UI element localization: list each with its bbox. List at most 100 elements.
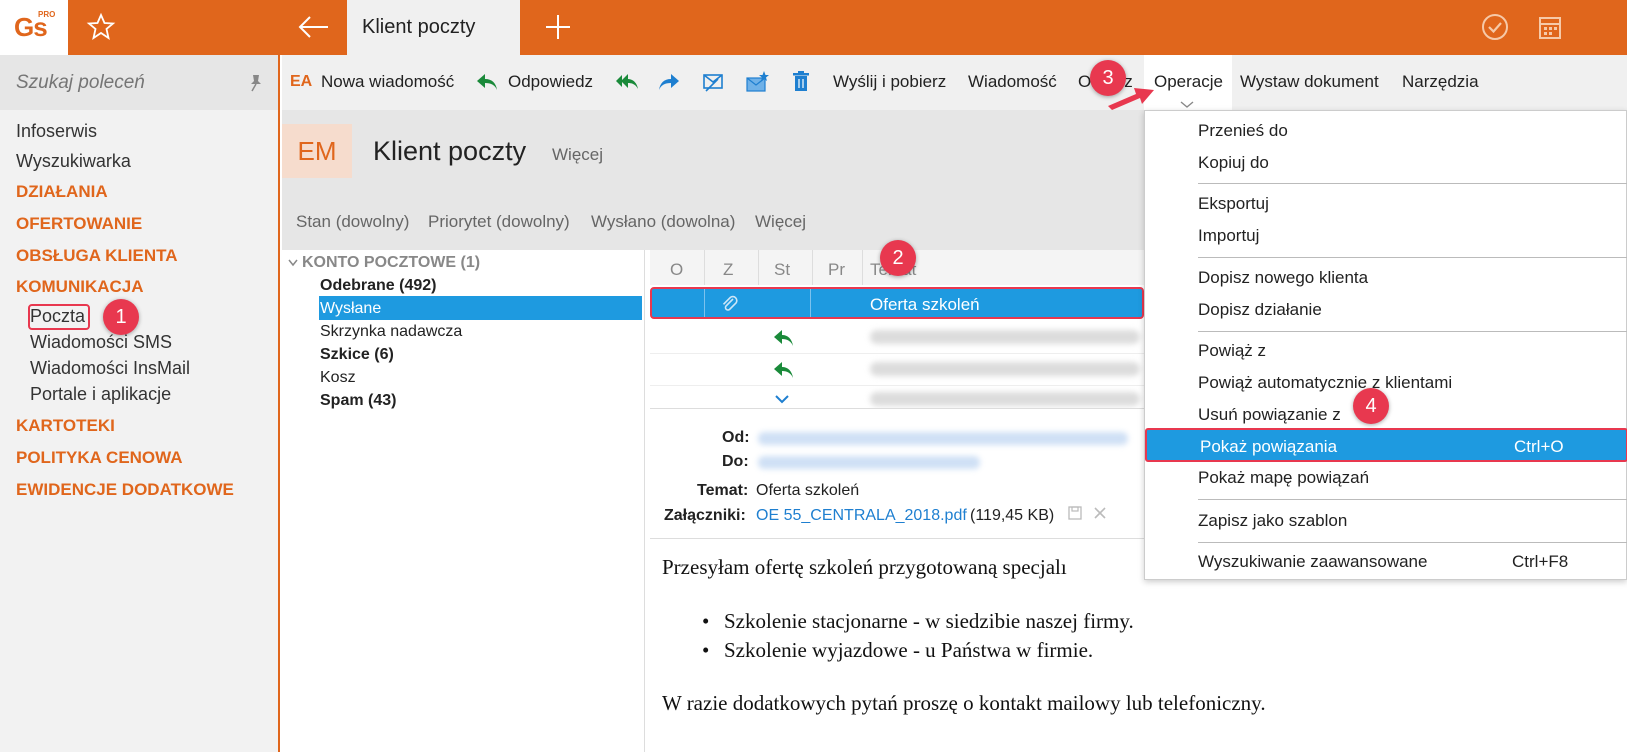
page-title: Klient poczty (373, 136, 527, 166)
menu-divider (1198, 183, 1627, 184)
sidebar-cat-ewidencje[interactable]: EWIDENCJE DODATKOWE (16, 480, 234, 500)
message-preview-header: Od: Do: Temat: Oferta szkoleń Załączniki… (650, 408, 1144, 538)
favorites-star-icon[interactable] (86, 12, 116, 42)
folder-szkice[interactable]: Szkice (6) (320, 346, 394, 364)
menu-item-label: Pokaż powiązania (1200, 437, 1338, 456)
menu-item-dopisz-klienta[interactable]: Dopisz nowego klienta (1198, 268, 1368, 288)
command-search-input[interactable] (16, 67, 236, 99)
sidebar-cat-ofertowanie[interactable]: OFERTOWANIE (16, 214, 142, 234)
menu-item-kopiuj[interactable]: Kopiuj do (1198, 153, 1269, 173)
folder-spam[interactable]: Spam (43) (320, 392, 396, 410)
row-subject: Oferta szkoleń (870, 295, 980, 314)
reply-button[interactable]: Odpowiedz (508, 72, 593, 92)
sidebar-item-poczta[interactable]: Poczta (30, 306, 85, 327)
menu-shortcut: Ctrl+O (1514, 437, 1564, 456)
folder-wyslane[interactable]: Wysłane (320, 300, 381, 318)
account-node[interactable]: KONTO POCZTOWE (1) (302, 254, 480, 272)
pointer-arrow-icon (1108, 88, 1154, 110)
send-receive-button[interactable]: Wyślij i pobierz (833, 72, 946, 92)
attachment-link[interactable]: OE 55_CENTRALA_2018.pdf (756, 507, 967, 525)
folder-kosz[interactable]: Kosz (320, 369, 356, 387)
cell-divider (810, 289, 811, 317)
menu-item-wyszukiwanie[interactable]: Wyszukiwanie zaawansowane (1198, 552, 1427, 572)
reply-all-icon[interactable] (614, 69, 640, 95)
reply-icon[interactable] (474, 69, 500, 95)
sidebar-cat-dzialania[interactable]: DZIAŁANIA (16, 182, 108, 202)
table-row[interactable] (650, 386, 1144, 406)
body-paragraph-1: Przesyłam ofertę szkoleń przygotowaną sp… (662, 555, 1067, 579)
sidebar-item-insmail[interactable]: Wiadomości InsMail (30, 358, 190, 379)
filter-stan[interactable]: Stan (dowolny) (296, 212, 409, 232)
ea-badge: EA (290, 73, 313, 90)
sidebar-cat-polityka-cenowa[interactable]: POLITYKA CENOWA (16, 448, 183, 468)
menu-divider (1198, 257, 1627, 258)
sidebar-item-wyszukiwarka[interactable]: Wyszukiwarka (16, 151, 131, 172)
subject-value: Oferta szkoleń (756, 482, 860, 499)
menu-item-zapisz-szablon[interactable]: Zapisz jako szablon (1198, 511, 1347, 531)
col-pr[interactable]: Pr (828, 260, 845, 280)
delete-trash-icon[interactable] (788, 69, 814, 95)
issue-document-menu[interactable]: Wystaw dokument (1240, 72, 1379, 92)
menu-item-usun-powiazanie[interactable]: Usuń powiązanie z (1198, 405, 1341, 425)
folder-odebrane[interactable]: Odebrane (492) (320, 277, 436, 295)
menu-item-powiaz[interactable]: Powiąż z (1198, 341, 1266, 361)
chevron-down-icon (1180, 96, 1194, 108)
filter-priorytet[interactable]: Priorytet (dowolny) (428, 212, 570, 232)
sidebar-cat-obsluga-klienta[interactable]: OBSŁUGA KLIENTA (16, 246, 178, 266)
command-search (0, 55, 278, 110)
body-bullet-2: Szkolenie wyjazdowe - u Państwa w firmie… (724, 638, 1094, 662)
sidebar-item-portale[interactable]: Portale i aplikacje (30, 384, 171, 405)
menu-item-powiaz-auto[interactable]: Powiąż automatycznie z klientami (1198, 373, 1452, 393)
envelope-link-icon[interactable] (700, 69, 726, 95)
menu-item-mapa-powiazan[interactable]: Pokaż mapę powiązań (1198, 468, 1369, 488)
toolbar: EA Nowa wiadomość Odpowiedz Wyślij i pob… (282, 55, 1627, 110)
table-row[interactable] (650, 322, 1144, 354)
remove-icon[interactable] (1092, 505, 1108, 521)
tasks-check-icon[interactable] (1480, 12, 1510, 42)
attachment-size: (119,45 KB) (970, 507, 1055, 524)
menu-item-pokaz-powiazania[interactable]: Pokaż powiązania Ctrl+O (1145, 428, 1627, 462)
sidebar-item-sms[interactable]: Wiadomości SMS (30, 332, 172, 353)
top-bar: Gs PRO Klient poczty (0, 0, 1627, 55)
forward-icon[interactable] (656, 69, 682, 95)
envelope-new-icon[interactable] (744, 69, 770, 95)
menu-item-importuj[interactable]: Importuj (1198, 226, 1259, 246)
col-z[interactable]: Z (723, 260, 733, 280)
save-icon[interactable] (1067, 505, 1083, 521)
blurred-subject (870, 392, 1140, 406)
filter-wyslano[interactable]: Wysłano (dowolna) (591, 212, 735, 232)
back-arrow-icon[interactable] (296, 12, 332, 42)
blurred-subject (870, 330, 1140, 344)
collapse-chevron-icon[interactable] (288, 259, 298, 267)
new-message-button[interactable]: Nowa wiadomość (321, 72, 454, 92)
col-st[interactable]: St (774, 260, 790, 280)
menu-item-przenies[interactable]: Przenieś do (1198, 121, 1288, 141)
subject-label: Temat: (697, 482, 749, 499)
calendar-icon[interactable] (1538, 14, 1562, 40)
tab-klient-poczty[interactable]: Klient poczty (347, 0, 520, 55)
operations-dropdown: Przenieś do Kopiuj do Eksportuj Importuj… (1144, 110, 1627, 580)
menu-divider (1198, 542, 1627, 543)
menu-item-dopisz-dzialanie[interactable]: Dopisz działanie (1198, 300, 1322, 320)
page-header: EM Klient poczty Więcej (282, 110, 1144, 195)
app-logo[interactable]: Gs PRO (0, 0, 68, 55)
tools-menu[interactable]: Narzędzia (1402, 72, 1479, 92)
table-row[interactable] (650, 354, 1144, 386)
col-divider (862, 250, 863, 285)
table-row-selected[interactable]: Oferta szkoleń (650, 287, 1144, 319)
header-more-link[interactable]: Więcej (552, 145, 603, 165)
body-paragraph-2: W razie dodatkowych pytań proszę o konta… (662, 691, 1266, 715)
sidebar-item-infoserwis[interactable]: Infoserwis (16, 121, 97, 142)
new-tab-plus-icon[interactable] (543, 12, 573, 42)
pin-icon[interactable] (247, 73, 265, 93)
col-o[interactable]: O (670, 260, 683, 280)
folder-skrzynka-nadawcza[interactable]: Skrzynka nadawcza (320, 323, 462, 341)
sidebar-cat-komunikacja[interactable]: KOMUNIKACJA (16, 277, 144, 297)
operations-label: Operacje (1154, 72, 1223, 91)
message-menu[interactable]: Wiadomość (968, 72, 1057, 92)
menu-item-eksportuj[interactable]: Eksportuj (1198, 194, 1269, 214)
forwarded-icon (775, 395, 789, 404)
sidebar: Infoserwis Wyszukiwarka DZIAŁANIA OFERTO… (0, 55, 280, 752)
sidebar-cat-kartoteki[interactable]: KARTOTEKI (16, 416, 115, 436)
filter-wiecej[interactable]: Więcej (755, 212, 806, 232)
